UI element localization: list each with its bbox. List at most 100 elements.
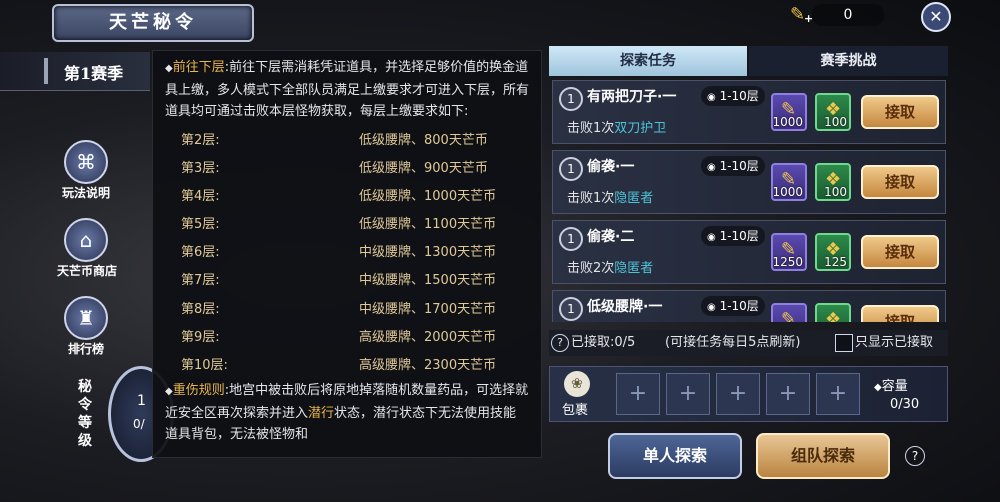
tab-explore-tasks[interactable]: 探索任务 <box>549 46 747 76</box>
reward-exp-item[interactable]: ❖ <box>815 303 851 322</box>
tooltip-section-floors: ◆前往下层:前往下层需消耗凭证道具，并选择足够价值的换金道具上缴，多人模式下全部… <box>165 57 529 123</box>
question-icon[interactable]: ? <box>551 334 569 352</box>
feather-icon: ✎ <box>781 309 797 322</box>
tooltip-heading-injury: 重伤规则 <box>172 383 225 399</box>
sidebar-item-rules[interactable]: ⌘ <box>64 140 112 184</box>
season-marker <box>44 58 48 84</box>
reward-coin-amount: 1000 <box>772 115 803 129</box>
floor-row: 第10层: 高级腰牌 、2300天芒币 <box>165 352 529 380</box>
floor-row: 第4层: 低级腰牌 、1000天芒币 <box>165 183 529 211</box>
task-goal: 击败1次双刀护卫 <box>567 117 666 136</box>
floor-item: 中级腰牌 <box>358 273 411 289</box>
floor-item: 低级腰牌 <box>358 132 411 148</box>
task-difficulty-badge: 1 <box>559 297 583 321</box>
accept-button[interactable]: 接取 <box>861 305 939 322</box>
location-pin-icon: ◉ <box>707 162 716 173</box>
tooltip-bullet: ◆ <box>165 386 173 398</box>
bag-slot[interactable]: + <box>616 373 660 415</box>
tooltip-section-injury: ◆重伤规则:地宫中被击败后将原地掉落随机数量药品，可选择就近安全区再次探索并进入… <box>165 380 529 446</box>
floor-number: 第9层: <box>181 329 220 345</box>
floor-number: 第4层: <box>181 188 220 204</box>
task-name: 有两把刀子·一 <box>587 89 677 105</box>
page-title: 天芒秘令 <box>52 4 254 42</box>
floor-row: 第6层: 中级腰牌 、1300天芒币 <box>165 239 529 267</box>
reward-exp-amount: 100 <box>824 185 847 199</box>
floor-item: 低级腰牌 <box>358 188 411 204</box>
reward-coin-item[interactable]: ✎ 1250 <box>771 233 807 271</box>
token-icon: ❖ <box>825 309 842 322</box>
bag-slot[interactable]: + <box>716 373 760 415</box>
tab-season-challenge[interactable]: 赛季挑战 <box>749 46 948 76</box>
floor-row: 第9层: 高级腰牌 、2000天芒币 <box>165 324 529 352</box>
task-tabs: 探索任务 赛季挑战 <box>549 46 948 76</box>
floor-coins: 、900天芒币 <box>411 160 488 176</box>
task-goal-prefix: 击败1次 <box>567 191 615 206</box>
reward-coin-item[interactable]: ✎ 1000 <box>771 93 807 131</box>
task-level-text: 1-10层 <box>719 159 759 173</box>
season-label: 第1赛季 <box>64 64 124 83</box>
task-difficulty-badge: 1 <box>559 157 583 181</box>
reward-coin-item[interactable]: ✎ <box>771 303 807 322</box>
accept-button[interactable]: 接取 <box>861 235 939 269</box>
rank-label: 秘令等级 <box>78 379 92 449</box>
question-icon[interactable]: ? <box>905 446 925 466</box>
bag-slot[interactable]: + <box>666 373 710 415</box>
task-difficulty-badge: 1 <box>559 227 583 251</box>
floor-item: 低级腰牌 <box>358 217 411 233</box>
task-level-range: ◉ 1-10层 <box>701 296 765 316</box>
season-bar: 第1赛季 <box>0 52 150 91</box>
task-status-bar: ? 已接取:0/5 (可接任务每日5点刷新) 只显示已接取 <box>549 330 948 356</box>
task-level-text: 1-10层 <box>719 229 759 243</box>
floor-row: 第2层: 低级腰牌 、800天芒币 <box>165 127 529 155</box>
accept-button[interactable]: 接取 <box>861 95 939 129</box>
tooltip-heading-next-floor: 前往下层 <box>172 60 225 75</box>
bag-slot[interactable]: + <box>766 373 810 415</box>
task-goal-target: 隐匿者 <box>614 191 654 206</box>
floor-coins: 、800天芒币 <box>411 132 488 148</box>
tooltip-bullet: ◆ <box>165 63 173 74</box>
floor-number: 第6层: <box>181 245 220 261</box>
accept-button[interactable]: 接取 <box>861 165 939 199</box>
capacity-marker: ◆ <box>874 382 882 393</box>
currency-value: 0 <box>812 4 884 26</box>
floor-item: 高级腰牌 <box>358 358 411 373</box>
location-pin-icon: ◉ <box>707 92 716 103</box>
reward-coin-item[interactable]: ✎ 1000 <box>771 163 807 201</box>
team-explore-button[interactable]: 组队探索 <box>756 433 890 479</box>
close-icon[interactable]: ✕ <box>921 2 951 32</box>
floor-coins: 、1300天芒币 <box>411 245 497 261</box>
floor-coins: 、2300天芒币 <box>411 358 497 373</box>
task-list[interactable]: 1 有两把刀子·一 ◉ 1-10层 击败1次双刀护卫 ✎ 1000 ❖ 100 接取 1 偷袭·一 ◉… <box>549 80 948 322</box>
floor-coins: 、2000天芒币 <box>411 329 497 345</box>
floor-number: 第3层: <box>181 160 220 176</box>
task-goal: 击败1次隐匿者 <box>567 187 653 206</box>
floor-number: 第7层: <box>181 273 220 289</box>
location-pin-icon: ◉ <box>707 302 716 313</box>
tooltip-text-stealth: 潜行 <box>308 405 335 421</box>
bag-button[interactable]: ❀ 包裹 <box>552 369 604 419</box>
floor-requirements: 第2层: 低级腰牌 、800天芒币 第3层: 低级腰牌 、900天芒币 第4层: 低级腰牌 、1… <box>165 127 529 381</box>
solo-explore-button[interactable]: 单人探索 <box>608 433 742 479</box>
location-pin-icon: ◉ <box>707 232 716 243</box>
task-row: 1 偷袭·二 ◉ 1-10层 击败2次隐匿者 ✎ 1250 ❖ 125 接取 <box>552 220 946 284</box>
only-accepted-checkbox[interactable] <box>835 334 853 352</box>
floor-coins: 、1500天芒币 <box>411 273 497 289</box>
sidebar-item-shop[interactable]: ⌂ <box>64 218 112 262</box>
task-name: 偷袭·一 <box>587 159 635 175</box>
floor-item: 中级腰牌 <box>358 245 411 261</box>
reward-exp-item[interactable]: ❖ 125 <box>815 233 851 271</box>
floor-coins: 、1000天芒币 <box>411 188 497 204</box>
task-difficulty-badge: 1 <box>559 87 583 111</box>
task-level-range: ◉ 1-10层 <box>701 86 765 106</box>
sidebar-item-ranking[interactable]: ♜ <box>64 296 112 340</box>
task-level-range: ◉ 1-10层 <box>701 156 765 176</box>
reward-coin-amount: 1250 <box>772 255 803 269</box>
task-goal-target: 双刀护卫 <box>614 121 667 136</box>
capacity-value: 0/30 <box>890 397 920 412</box>
task-level-range: ◉ 1-10层 <box>701 226 765 246</box>
reward-exp-item[interactable]: ❖ 100 <box>815 93 851 131</box>
bag-panel: ❀ 包裹 + + + + + ◆容量 0/30 <box>549 366 948 422</box>
task-name: 偷袭·二 <box>587 229 635 245</box>
reward-exp-item[interactable]: ❖ 100 <box>815 163 851 201</box>
bag-slot[interactable]: + <box>816 373 860 415</box>
